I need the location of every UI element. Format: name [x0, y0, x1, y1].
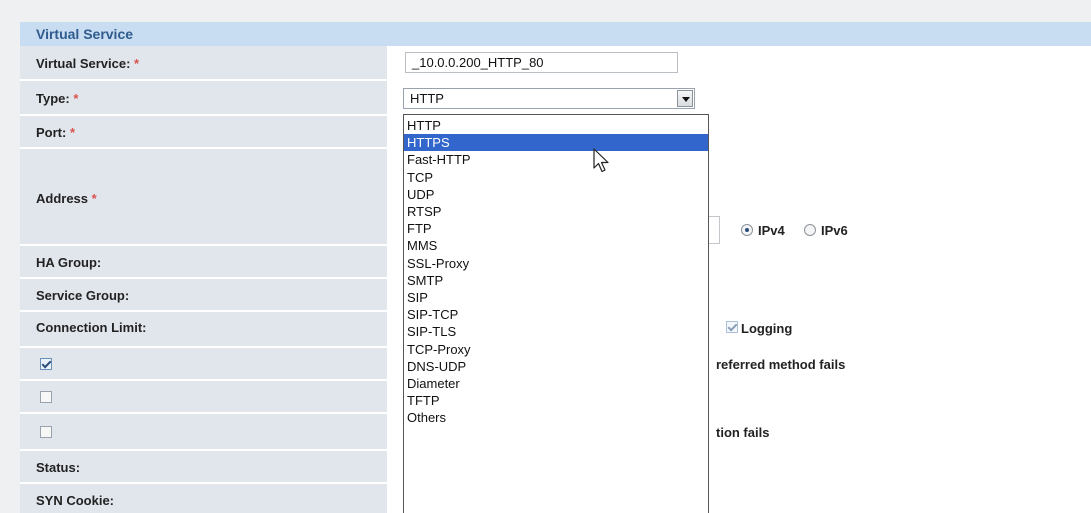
virtual-service-label: Virtual Service: *	[36, 56, 140, 71]
ipv6-label: IPv6	[821, 223, 848, 238]
type-select[interactable]: HTTP	[403, 88, 695, 109]
type-option[interactable]: SIP-TCP	[404, 306, 708, 323]
syn-cookie-label: SYN Cookie:	[36, 493, 115, 508]
type-option[interactable]: SIP-TLS	[404, 323, 708, 340]
label-cell	[20, 381, 387, 412]
required-marker: *	[134, 56, 140, 71]
port-label: Port: *	[36, 125, 76, 140]
type-option[interactable]: TCP-Proxy	[404, 341, 708, 358]
connection-limit-label: Connection Limit:	[36, 320, 147, 335]
service-group-label: Service Group:	[36, 288, 130, 303]
type-option[interactable]: MMS	[404, 237, 708, 254]
type-option[interactable]: TFTP	[404, 392, 708, 409]
option-3-checkbox[interactable]	[40, 426, 52, 438]
option-2-checkbox[interactable]	[40, 391, 52, 403]
label-cell: Type: *	[20, 81, 387, 114]
section-title: Virtual Service	[36, 26, 134, 42]
logging-label: Logging	[741, 321, 793, 336]
label-cell: Virtual Service: *	[20, 46, 387, 79]
type-option[interactable]: TCP	[404, 169, 708, 186]
type-option[interactable]: Others	[404, 409, 708, 426]
type-option[interactable]: HTTPS	[404, 134, 708, 152]
type-option[interactable]: SIP	[404, 289, 708, 306]
ha-group-label: HA Group:	[36, 255, 102, 270]
label-cell: Address *	[20, 149, 387, 244]
label-cell	[20, 348, 387, 379]
ipv6-radio[interactable]	[804, 224, 816, 236]
address-label: Address *	[36, 191, 97, 206]
type-option[interactable]: SSL-Proxy	[404, 255, 708, 272]
status-label: Status:	[36, 460, 81, 475]
type-option[interactable]: HTTP	[404, 117, 708, 134]
type-option[interactable]: Diameter	[404, 375, 708, 392]
required-marker: *	[73, 91, 79, 106]
type-option[interactable]: DNS-UDP	[404, 358, 708, 375]
type-option[interactable]: UDP	[404, 186, 708, 203]
type-option[interactable]: Fast-HTTP	[404, 151, 708, 168]
virtual-service-panel: Virtual Service Virtual Service: * Type:…	[20, 22, 1091, 513]
section-header: Virtual Service	[20, 22, 1091, 46]
option-1-text: referred method fails	[716, 357, 846, 372]
label-cell: SYN Cookie:	[20, 484, 387, 513]
ipv4-radio[interactable]	[741, 224, 753, 236]
option-1-checkbox[interactable]	[40, 358, 52, 370]
label-cell: Service Group:	[20, 279, 387, 310]
type-option[interactable]: RTSP	[404, 203, 708, 220]
option-3-text: tion fails	[716, 425, 770, 440]
label-cell: Status:	[20, 451, 387, 482]
type-label: Type: *	[36, 91, 79, 106]
type-option[interactable]: FTP	[404, 220, 708, 237]
virtual-service-input[interactable]: _10.0.0.200_HTTP_80	[405, 52, 678, 73]
label-cell: HA Group:	[20, 246, 387, 277]
required-marker: *	[91, 191, 97, 206]
ipv4-label: IPv4	[758, 223, 785, 238]
chevron-down-icon[interactable]	[677, 90, 693, 107]
label-cell	[20, 414, 387, 449]
type-dropdown-list: HTTP HTTPS Fast-HTTP TCP UDP RTSP FTP MMS SSL-Pr…	[403, 114, 709, 513]
mouse-cursor-icon	[593, 148, 609, 173]
required-marker: *	[69, 125, 76, 140]
type-select-value: HTTP	[410, 91, 444, 106]
label-cell: Connection Limit:	[20, 312, 387, 346]
label-cell: Port: *	[20, 116, 387, 147]
logging-checkbox[interactable]	[726, 321, 738, 333]
type-option[interactable]: SMTP	[404, 272, 708, 289]
